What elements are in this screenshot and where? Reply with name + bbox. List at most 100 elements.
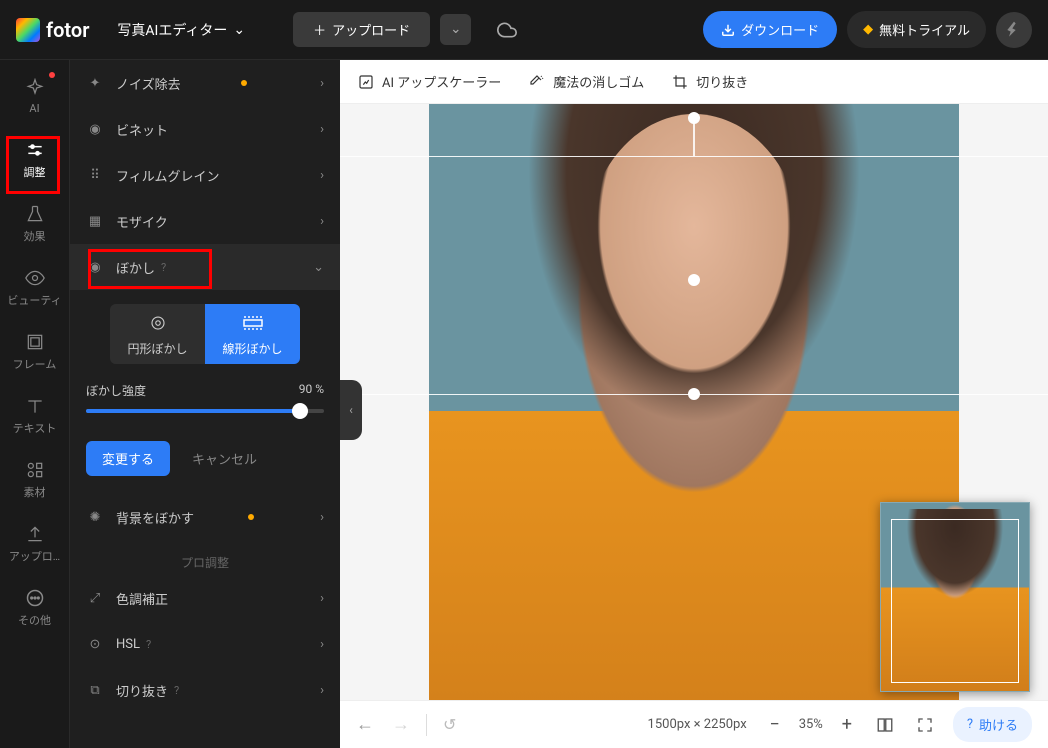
cloud-icon <box>497 20 517 40</box>
user-avatar[interactable] <box>996 12 1032 48</box>
circle-blur-icon <box>147 312 169 334</box>
canvas-dimensions: 1500px × 2250px <box>648 717 747 732</box>
blur-guide-connector <box>693 118 695 156</box>
cloud-button[interactable] <box>489 12 525 48</box>
tool-crop[interactable]: 切り抜き <box>672 72 748 91</box>
chevron-right-icon: › <box>320 637 324 652</box>
editor-mode-dropdown[interactable]: 写真AIエディター ⌄ <box>117 20 245 40</box>
canvas-tool-strip: AI アップスケーラー 魔法の消しゴム 切り抜き <box>340 60 1048 104</box>
history-controls: ← → <box>356 714 410 735</box>
nav-frame[interactable]: フレーム <box>0 320 69 384</box>
zoom-in-button[interactable]: + <box>833 711 861 739</box>
slider-fill <box>86 409 300 413</box>
blur-tab-linear[interactable]: 線形ぼかし <box>205 304 300 364</box>
sliders-icon <box>25 140 45 160</box>
flask-icon <box>25 204 45 224</box>
nav-beauty[interactable]: ビューティ <box>0 256 69 320</box>
nav-adjust[interactable]: 調整 <box>0 128 69 192</box>
sparkle-icon <box>25 78 45 98</box>
nav-label: 素材 <box>24 484 46 500</box>
nav-effects[interactable]: 効果 <box>0 192 69 256</box>
fit-screen-button[interactable] <box>909 709 941 741</box>
upload-dropdown[interactable]: ⌄ <box>440 14 471 45</box>
apply-button[interactable]: 変更する <box>86 441 170 476</box>
blur-intensity-row: ぼかし強度 90 % <box>86 382 324 413</box>
panel-crop-pro[interactable]: ⧉ 切り抜き ? › <box>70 667 340 713</box>
chevron-right-icon: › <box>320 510 324 525</box>
fotor-logo-icon <box>16 18 40 42</box>
chevron-down-icon: ⌄ <box>233 22 245 38</box>
nav-more[interactable]: その他 <box>0 576 69 640</box>
panel-mosaic[interactable]: ▦ モザイク › <box>70 198 340 244</box>
panel-item-label: ノイズ除去 <box>116 74 181 93</box>
help-icon[interactable]: ? <box>174 684 179 697</box>
blur-handle-bottom[interactable] <box>688 388 700 400</box>
redo-button[interactable]: → <box>392 714 410 735</box>
chevron-right-icon: › <box>320 683 324 698</box>
nav-elements[interactable]: 素材 <box>0 448 69 512</box>
panel-film-grain[interactable]: ⠿ フィルムグレイン › <box>70 152 340 198</box>
crop-icon: ⧉ <box>86 683 104 698</box>
history-clock-button[interactable]: ↺ <box>443 715 456 734</box>
nav-upload[interactable]: アップロ… <box>0 512 69 576</box>
slider-thumb[interactable] <box>292 403 308 419</box>
navigator-minimap[interactable] <box>880 502 1030 692</box>
blur-tab-circular[interactable]: 円形ぼかし <box>110 304 205 364</box>
crop-icon <box>672 74 688 90</box>
undo-button[interactable]: ← <box>356 714 374 735</box>
canvas-stage[interactable] <box>340 104 1048 748</box>
minimap-viewport[interactable] <box>891 519 1019 683</box>
canvas-bottom-bar: ← → ↺ 1500px × 2250px − 35% + ? 助ける <box>340 700 1048 748</box>
blur-controls: 円形ぼかし 線形ぼかし ぼかし強度 90 % 変更する キャンセル <box>70 290 340 494</box>
panel-item-label: 色調補正 <box>116 589 168 608</box>
new-dot <box>241 80 247 86</box>
compare-icon <box>876 716 894 734</box>
header-right: ダウンロード ◆ 無料トライアル <box>703 11 1032 48</box>
help-icon[interactable]: ? <box>161 261 166 274</box>
app-header: fotor 写真AIエディター ⌄ ＋ アップロード ⌄ ダウンロード ◆ 無料… <box>0 0 1048 60</box>
panel-color-correction[interactable]: ⤢ 色調補正 › <box>70 575 340 621</box>
compare-button[interactable] <box>869 709 901 741</box>
tool-label: AI アップスケーラー <box>382 72 501 91</box>
panel-vignette[interactable]: ◉ ビネット › <box>70 106 340 152</box>
linear-blur-icon <box>242 312 264 334</box>
intensity-value: 90 % <box>299 382 324 399</box>
new-dot <box>248 514 254 520</box>
panel-item-label: モザイク <box>116 212 168 231</box>
panel-blur[interactable]: ◉ ぼかし ? ⌄ <box>70 244 340 290</box>
zoom-out-button[interactable]: − <box>761 711 789 739</box>
tool-ai-upscaler[interactable]: AI アップスケーラー <box>358 72 501 91</box>
help-icon[interactable]: ? <box>146 638 151 651</box>
blur-handle-center[interactable] <box>688 274 700 286</box>
nav-label: ビューティ <box>7 292 61 308</box>
nav-text[interactable]: テキスト <box>0 384 69 448</box>
cancel-button[interactable]: キャンセル <box>180 441 269 476</box>
chevron-right-icon: › <box>320 168 324 183</box>
tool-magic-eraser[interactable]: 魔法の消しゴム <box>529 72 644 91</box>
download-button[interactable]: ダウンロード <box>703 11 837 48</box>
panel-item-label: 切り抜き <box>116 681 168 700</box>
chevron-down-icon: ⌄ <box>313 260 324 275</box>
nav-label: フレーム <box>13 356 57 372</box>
nav-ai[interactable]: AI <box>0 64 69 128</box>
divider <box>426 714 427 736</box>
bg-blur-icon: ✺ <box>86 510 104 525</box>
upload-label: アップロード <box>332 20 410 39</box>
help-button[interactable]: ? 助ける <box>953 707 1032 742</box>
pro-section-title: プロ調整 <box>70 540 340 575</box>
chevron-down-icon: ⌄ <box>450 22 461 37</box>
vignette-icon: ◉ <box>86 122 104 137</box>
brand-logo[interactable]: fotor <box>16 18 89 42</box>
panel-collapse-toggle[interactable]: ‹ <box>340 380 362 440</box>
blur-guide-line-top[interactable] <box>340 156 1048 157</box>
panel-blur-background[interactable]: ✺ 背景をぼかす › <box>70 494 340 540</box>
plus-icon: ＋ <box>313 20 326 39</box>
upload-button[interactable]: ＋ アップロード <box>293 12 430 47</box>
tool-label: 魔法の消しゴム <box>553 72 644 91</box>
panel-hsl[interactable]: ⊙ HSL ? › <box>70 621 340 667</box>
panel-noise-reduction[interactable]: ✦ ノイズ除去 › <box>70 60 340 106</box>
curves-icon: ⤢ <box>86 591 104 606</box>
blur-intensity-slider[interactable] <box>86 409 324 413</box>
zoom-controls: − 35% + <box>761 711 861 739</box>
free-trial-button[interactable]: ◆ 無料トライアル <box>847 11 986 48</box>
